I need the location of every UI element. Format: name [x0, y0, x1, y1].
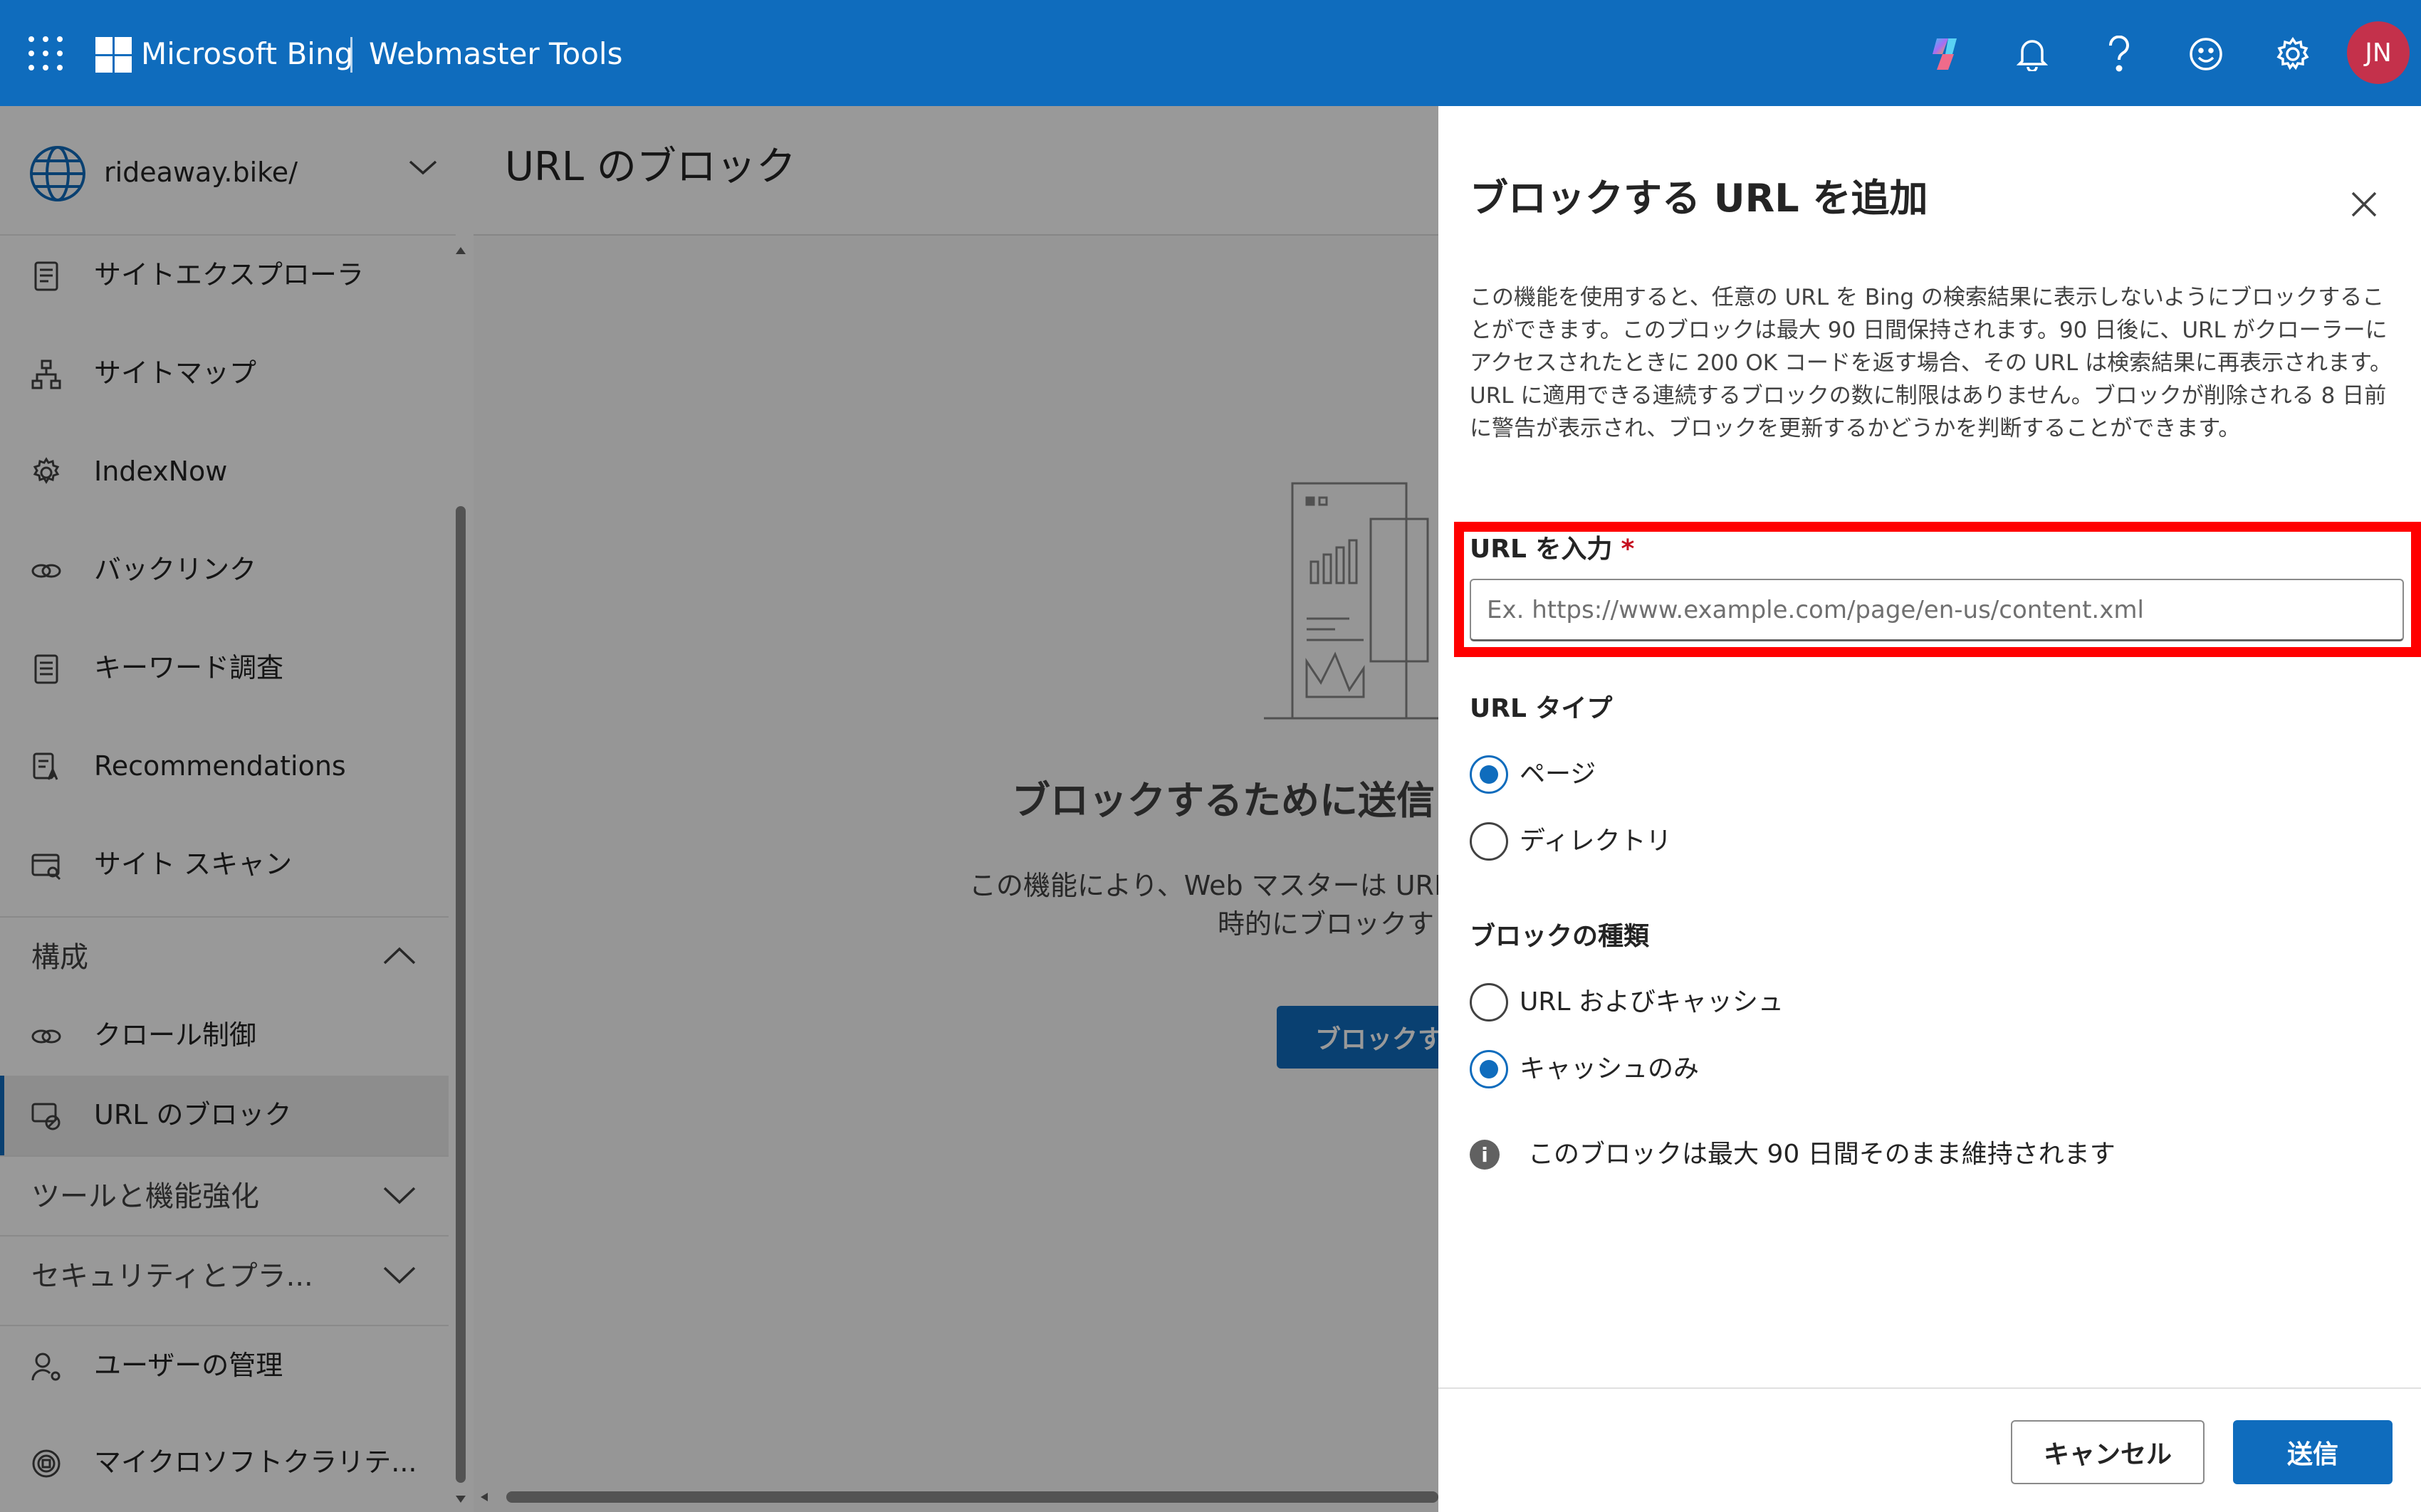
help-icon[interactable] — [2096, 31, 2142, 77]
panel-title: ブロックする URL を追加 — [1470, 176, 1928, 221]
close-icon — [2351, 191, 2377, 217]
top-bar: Microsoft Bing Webmaster Tools JN — [0, 0, 2421, 106]
url-type-label: URL タイプ — [1470, 694, 1613, 723]
waffle-icon[interactable] — [28, 36, 63, 70]
close-button[interactable] — [2344, 184, 2384, 224]
url-field-label-text: URL を入力 — [1470, 535, 1613, 564]
block-kind-label: ブロックの種類 — [1470, 922, 1650, 951]
radio-page[interactable] — [1468, 754, 1511, 797]
radio-directory-label[interactable]: ディレクトリ — [1520, 824, 1671, 859]
copilot-icon[interactable] — [1923, 31, 1968, 77]
avatar[interactable]: JN — [2347, 21, 2410, 84]
required-mark: * — [1621, 535, 1635, 564]
radio-url-and-cache-label[interactable]: URL およびキャッシュ — [1520, 985, 1784, 1020]
url-field-label: URL を入力 * — [1470, 532, 1634, 567]
radio-page-label[interactable]: ページ — [1520, 757, 1596, 792]
submit-button[interactable]: 送信 — [2233, 1420, 2393, 1484]
gear-icon[interactable] — [2270, 31, 2316, 77]
add-block-url-panel: ブロックする URL を追加 この機能を使用すると、任意の URL を Bing… — [1438, 106, 2421, 1512]
microsoft-logo-icon — [95, 37, 132, 73]
radio-directory[interactable] — [1468, 821, 1511, 863]
brand-separator — [350, 37, 352, 73]
radio-cache-only-label[interactable]: キャッシュのみ — [1520, 1051, 1699, 1087]
info-text: このブロックは最大 90 日間そのまま維持されます — [1528, 1140, 2116, 1169]
panel-description: この機能を使用すると、任意の URL を Bing の検索結果に表示しないように… — [1470, 285, 2393, 441]
product-name[interactable]: Webmaster Tools — [369, 34, 623, 74]
panel-footer-divider — [1438, 1387, 2421, 1389]
radio-cache-only[interactable] — [1468, 1049, 1511, 1091]
cancel-button[interactable]: キャンセル — [2011, 1420, 2205, 1484]
brand-name[interactable]: Microsoft Bing — [141, 34, 353, 74]
feedback-smiley-icon[interactable] — [2183, 31, 2229, 77]
url-input[interactable] — [1470, 579, 2404, 641]
bell-icon[interactable] — [2009, 31, 2055, 77]
radio-url-and-cache[interactable] — [1468, 982, 1511, 1024]
modal-backdrop[interactable] — [0, 106, 1438, 1512]
info-icon: i — [1470, 1140, 1500, 1170]
